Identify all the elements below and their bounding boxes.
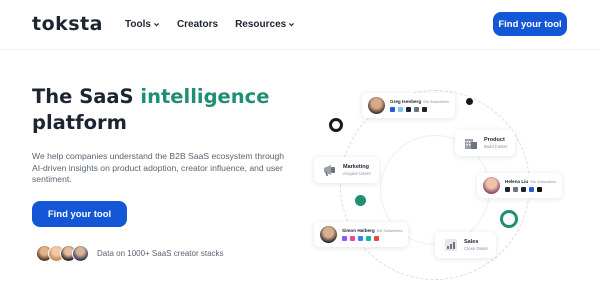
buildings-icon	[465, 139, 477, 149]
decor-ring-black	[329, 118, 343, 132]
category-title: Product	[484, 137, 505, 143]
creator-subscribers: 60k Subscribers	[376, 229, 403, 233]
nav-links: Tools Creators Resources	[125, 19, 295, 30]
category-card-marketing[interactable]: Marketing Acquire Users	[314, 157, 379, 183]
category-text: Marketing Acquire Users	[343, 164, 371, 176]
nav-item-tools[interactable]: Tools	[125, 19, 160, 30]
tool-icon	[350, 236, 355, 241]
avatar	[320, 226, 337, 243]
tool-icon	[537, 187, 542, 192]
creator-card-greg[interactable]: Greg Isenberg 93k Subscribers	[362, 93, 455, 118]
toksta-logo[interactable]: toksta	[32, 13, 103, 35]
creator-name: Greg Isenberg	[390, 99, 422, 104]
category-subtitle: Acquire Users	[343, 171, 371, 176]
tool-stack	[390, 107, 449, 112]
hero-description: We help companies understand the B2B Saa…	[32, 151, 285, 185]
tool-icon	[390, 107, 395, 112]
creator-subscribers: 93k Subscribers	[423, 100, 449, 104]
creator-name: Simon Høiberg	[342, 228, 375, 233]
tool-icon	[505, 187, 510, 192]
chevron-down-icon	[289, 23, 295, 27]
creator-card-helena[interactable]: Helena Liu 54k Subscribers	[477, 173, 563, 198]
category-card-sales[interactable]: Sales Close Deals	[435, 232, 496, 258]
tool-icon	[414, 107, 419, 112]
nav-label-resources: Resources	[235, 19, 287, 30]
creator-info: Helena Liu 54k Subscribers	[505, 179, 556, 192]
tool-icon	[513, 187, 518, 192]
creator-card-simon[interactable]: Simon Høiberg 60k Subscribers	[314, 222, 409, 247]
decor-dot-black	[466, 98, 473, 105]
nav-find-tool-button[interactable]: Find your tool	[493, 12, 567, 36]
top-navbar: toksta Tools Creators Resources Find you…	[0, 0, 600, 50]
hero-find-tool-button[interactable]: Find your tool	[32, 201, 127, 227]
tool-icon	[358, 236, 363, 241]
category-title: Marketing	[343, 164, 369, 170]
category-subtitle: Build Faster	[484, 144, 508, 149]
creator-name: Helena Liu	[505, 179, 529, 184]
nav-item-resources[interactable]: Resources	[235, 19, 295, 30]
nav-item-creators[interactable]: Creators	[177, 19, 218, 30]
tool-icon	[398, 107, 403, 112]
logo-text: toksta	[32, 13, 103, 35]
nav-label-tools: Tools	[125, 19, 151, 30]
creator-info: Simon Høiberg 60k Subscribers	[342, 228, 402, 241]
tool-icon	[521, 187, 526, 192]
creator-subscribers: 54k Subscribers	[530, 180, 557, 184]
category-title: Sales	[464, 239, 479, 245]
chevron-down-icon	[153, 23, 159, 27]
tool-stack	[342, 236, 402, 241]
category-subtitle: Close Deals	[464, 246, 488, 251]
hero-title: The SaaS intelligence platform	[32, 84, 292, 136]
avatar	[368, 97, 385, 114]
tool-icon	[374, 236, 379, 241]
nav-label-creators: Creators	[176, 19, 219, 30]
hero-title-part2: platform	[32, 111, 127, 134]
tool-stack	[505, 187, 556, 192]
category-card-product[interactable]: Product Build Faster	[455, 130, 516, 156]
category-text: Product Build Faster	[484, 137, 507, 149]
ecosystem-diagram: Greg Isenberg 93k Subscribers Product Bui…	[300, 60, 600, 300]
decor-dot-green	[355, 195, 366, 206]
hero-title-part1: The SaaS	[32, 85, 141, 108]
avatar	[72, 245, 89, 262]
decor-ring-green	[500, 210, 518, 228]
sales-chart-icon	[445, 239, 457, 251]
tool-icon	[406, 107, 411, 112]
social-proof: Data on 1000+ SaaS creator stacks	[36, 245, 224, 262]
creator-info: Greg Isenberg 93k Subscribers	[390, 99, 449, 112]
hero-title-accent: intelligence	[140, 85, 270, 108]
creator-avatars	[36, 245, 89, 262]
tool-icon	[422, 107, 427, 112]
megaphone-icon	[324, 165, 335, 176]
social-proof-text: Data on 1000+ SaaS creator stacks	[97, 249, 224, 258]
category-text: Sales Close Deals	[464, 239, 488, 251]
tool-icon	[529, 187, 534, 192]
tool-icon	[366, 236, 371, 241]
avatar	[483, 177, 500, 194]
tool-icon	[342, 236, 347, 241]
